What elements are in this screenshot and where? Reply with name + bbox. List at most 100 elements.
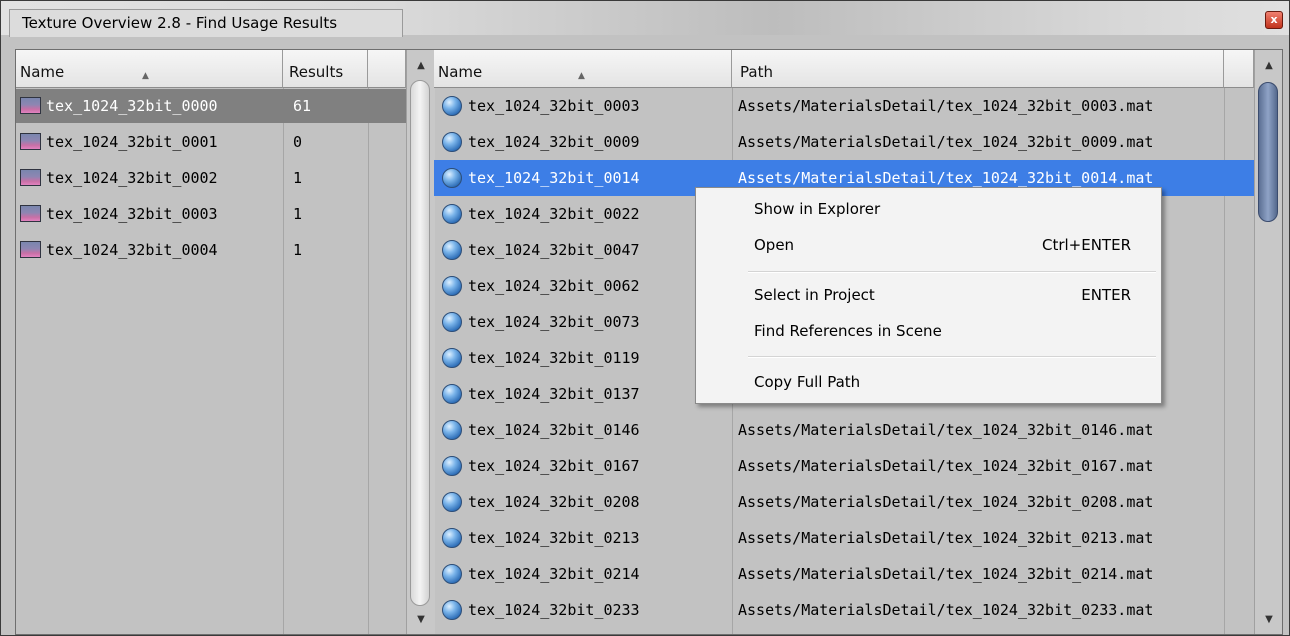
usage-count: 1 — [293, 241, 303, 259]
material-sphere-icon — [442, 240, 462, 260]
window-title: Texture Overview 2.8 - Find Usage Result… — [22, 14, 338, 32]
title-bar: Texture Overview 2.8 - Find Usage Result… — [1, 1, 1289, 37]
material-sphere-icon — [442, 132, 462, 152]
material-sphere-icon — [442, 276, 462, 296]
material-row[interactable]: tex_1024_32bit_0208 Assets/MaterialsDetai… — [434, 484, 1254, 520]
texture-list-panel: Name ▲ Results tex_1024_32bit_0000 61 tex_… — [16, 50, 406, 634]
scroll-down-arrow-icon[interactable]: ▼ — [1255, 610, 1282, 630]
material-path: Assets/MaterialsDetail/tex_1024_32bit_00… — [738, 97, 1154, 115]
texture-name: tex_1024_32bit_0003 — [46, 205, 218, 223]
menu-separator — [748, 271, 1156, 273]
material-name: tex_1024_32bit_0213 — [468, 529, 640, 547]
material-path: Assets/MaterialsDetail/tex_1024_32bit_02… — [738, 529, 1154, 547]
menu-item-shortcut: ENTER — [1081, 286, 1131, 304]
column-header-label: Name — [20, 63, 65, 81]
material-sphere-icon — [442, 420, 462, 440]
menu-item-select-in-project[interactable]: Select in Project ENTER — [696, 278, 1161, 312]
material-sphere-icon — [442, 96, 462, 116]
material-row[interactable]: tex_1024_32bit_0214 Assets/MaterialsDetai… — [434, 556, 1254, 592]
material-name: tex_1024_32bit_0047 — [468, 241, 640, 259]
texture-name: tex_1024_32bit_0000 — [46, 97, 218, 115]
material-path: Assets/MaterialsDetail/tex_1024_32bit_02… — [738, 565, 1154, 583]
column-header-label: Results — [289, 63, 344, 81]
column-header-path[interactable]: Path — [732, 50, 1224, 88]
column-header-results[interactable]: Results — [283, 50, 368, 88]
column-header-name-left[interactable]: Name ▲ — [16, 50, 283, 88]
material-name: tex_1024_32bit_0146 — [468, 421, 640, 439]
material-name: tex_1024_32bit_0022 — [468, 205, 640, 223]
column-header-label: Name — [438, 63, 483, 81]
material-sphere-icon — [442, 528, 462, 548]
material-row[interactable]: tex_1024_32bit_0167 Assets/MaterialsDetai… — [434, 448, 1254, 484]
menu-item-open[interactable]: Open Ctrl+ENTER — [696, 228, 1161, 262]
texture-row[interactable]: tex_1024_32bit_0000 61 — [16, 88, 406, 124]
material-name: tex_1024_32bit_0014 — [468, 169, 640, 187]
menu-item-shortcut: Ctrl+ENTER — [1041, 236, 1131, 254]
texture-name: tex_1024_32bit_0004 — [46, 241, 218, 259]
menu-item-label: Find References in Scene — [754, 322, 942, 340]
menu-item-copy-full-path[interactable]: Copy Full Path — [696, 365, 1161, 399]
column-header-label: Path — [740, 63, 773, 81]
texture-row[interactable]: tex_1024_32bit_0003 1 — [16, 196, 406, 232]
texture-row[interactable]: tex_1024_32bit_0001 0 — [16, 124, 406, 160]
column-header-filler — [368, 50, 406, 88]
material-sphere-icon — [442, 492, 462, 512]
material-name: tex_1024_32bit_0003 — [468, 97, 640, 115]
material-sphere-icon — [442, 204, 462, 224]
menu-item-label: Copy Full Path — [754, 373, 861, 391]
material-name: tex_1024_32bit_0137 — [468, 385, 640, 403]
column-header-filler — [1224, 50, 1254, 88]
window-title-tab[interactable]: Texture Overview 2.8 - Find Usage Result… — [9, 9, 403, 37]
material-row[interactable]: tex_1024_32bit_0009 Assets/MaterialsDetai… — [434, 124, 1254, 160]
material-sphere-icon — [442, 168, 462, 188]
right-scrollbar-thumb[interactable] — [1258, 82, 1278, 222]
right-scrollbar[interactable]: ▲ ▼ — [1254, 50, 1282, 634]
material-name: tex_1024_32bit_0073 — [468, 313, 640, 331]
material-name: tex_1024_32bit_0208 — [468, 493, 640, 511]
material-path: Assets/MaterialsDetail/tex_1024_32bit_02… — [738, 493, 1154, 511]
material-row[interactable]: tex_1024_32bit_0146 Assets/MaterialsDetai… — [434, 412, 1254, 448]
menu-item-find-references-in-scene[interactable]: Find References in Scene — [696, 314, 1161, 348]
column-header-name-right[interactable]: Name ▲ — [434, 50, 732, 88]
find-usage-window: Texture Overview 2.8 - Find Usage Result… — [0, 0, 1290, 636]
texture-thumbnail-icon — [20, 97, 41, 114]
scroll-up-arrow-icon[interactable]: ▲ — [1255, 56, 1282, 76]
left-scrollbar[interactable]: ▲ ▼ — [406, 50, 435, 634]
usage-count: 1 — [293, 169, 303, 187]
material-row[interactable]: tex_1024_32bit_0233 Assets/MaterialsDetai… — [434, 592, 1254, 628]
material-sphere-icon — [442, 456, 462, 476]
material-row[interactable]: tex_1024_32bit_0213 Assets/MaterialsDetai… — [434, 520, 1254, 556]
material-name: tex_1024_32bit_0167 — [468, 457, 640, 475]
texture-thumbnail-icon — [20, 241, 41, 258]
close-button[interactable]: x — [1265, 11, 1283, 29]
context-menu: Show in Explorer Open Ctrl+ENTER Select … — [695, 187, 1162, 404]
usage-count: 1 — [293, 205, 303, 223]
texture-thumbnail-icon — [20, 169, 41, 186]
menu-item-show-in-explorer[interactable]: Show in Explorer — [696, 192, 1161, 226]
material-name: tex_1024_32bit_0233 — [468, 601, 640, 619]
menu-separator — [748, 356, 1156, 358]
material-sphere-icon — [442, 384, 462, 404]
material-sphere-icon — [442, 348, 462, 368]
menu-item-label: Show in Explorer — [754, 200, 881, 218]
texture-name: tex_1024_32bit_0001 — [46, 133, 218, 151]
material-row[interactable]: tex_1024_32bit_0003 Assets/MaterialsDetai… — [434, 88, 1254, 124]
scroll-down-arrow-icon[interactable]: ▼ — [407, 610, 435, 630]
texture-row[interactable]: tex_1024_32bit_0004 1 — [16, 232, 406, 268]
texture-thumbnail-icon — [20, 205, 41, 222]
material-name: tex_1024_32bit_0062 — [468, 277, 640, 295]
material-sphere-icon — [442, 312, 462, 332]
material-name: tex_1024_32bit_0009 — [468, 133, 640, 151]
usage-count: 0 — [293, 133, 303, 151]
menu-item-label: Open — [754, 236, 795, 254]
scroll-up-arrow-icon[interactable]: ▲ — [407, 56, 435, 76]
material-path: Assets/MaterialsDetail/tex_1024_32bit_02… — [738, 601, 1154, 619]
material-name: tex_1024_32bit_0214 — [468, 565, 640, 583]
left-scrollbar-thumb[interactable] — [410, 80, 430, 606]
texture-thumbnail-icon — [20, 133, 41, 150]
material-sphere-icon — [442, 600, 462, 620]
texture-name: tex_1024_32bit_0002 — [46, 169, 218, 187]
material-path: Assets/MaterialsDetail/tex_1024_32bit_00… — [738, 133, 1154, 151]
texture-row[interactable]: tex_1024_32bit_0002 1 — [16, 160, 406, 196]
close-icon: x — [1270, 13, 1278, 26]
